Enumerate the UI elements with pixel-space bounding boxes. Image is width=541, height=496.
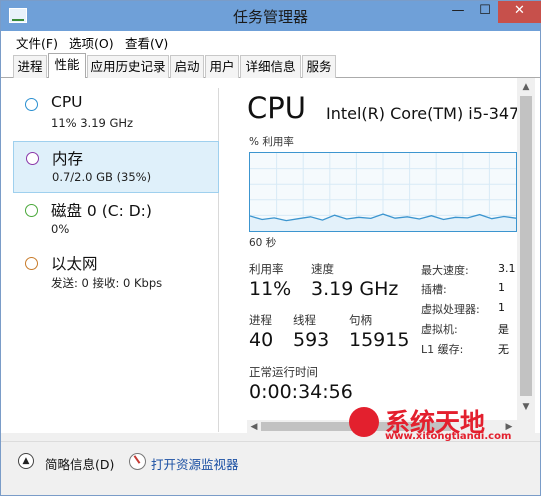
tab-details[interactable]: 详细信息 (240, 55, 301, 78)
tab-bar: 进程 性能 应用历史记录 启动 用户 详细信息 服务 (1, 52, 540, 79)
processes-value: 40 (249, 329, 274, 351)
spec-value: 无 (498, 343, 509, 356)
processes-label: 进程 (249, 313, 272, 327)
open-resource-monitor-link[interactable]: 打开资源监视器 (151, 454, 239, 473)
utilization-value: 11% (249, 278, 292, 300)
cpu-model: Intel(R) Core(TM) i5-3470 (326, 104, 517, 123)
resource-cpu[interactable]: CPU 11% 3.19 GHz (13, 88, 219, 140)
close-button[interactable]: ✕ (498, 1, 541, 23)
handles-label: 句柄 (349, 313, 372, 327)
handles-value: 15915 (349, 329, 410, 351)
watermark-icon (349, 407, 379, 437)
resource-name: 以太网 (51, 255, 98, 273)
tab-processes[interactable]: 进程 (13, 55, 47, 78)
resource-name: CPU (51, 93, 83, 111)
scroll-down-arrow-icon[interactable]: ▼ (519, 400, 533, 414)
graph-time-span: 60 秒 (249, 237, 277, 249)
speed-label: 速度 (311, 262, 334, 276)
spec-value: 1 (498, 281, 505, 294)
resource-sub: 发送: 0 接收: 0 Kbps (51, 276, 163, 290)
spec-label: 虚拟机: (421, 323, 458, 336)
spec-label: 插槽: (421, 283, 447, 296)
spec-value: 3.1 (498, 262, 516, 275)
scroll-up-arrow-icon[interactable]: ▲ (519, 80, 533, 94)
usage-area (250, 214, 516, 231)
uptime-value: 0:00:34:56 (249, 381, 353, 403)
tab-performance[interactable]: 性能 (48, 53, 86, 79)
detail-title: CPU (247, 91, 306, 125)
threads-label: 线程 (293, 313, 316, 327)
maximize-button[interactable]: ☐ (472, 1, 498, 23)
tab-startup[interactable]: 启动 (170, 55, 204, 78)
resource-ethernet[interactable]: 以太网 发送: 0 接收: 0 Kbps (13, 247, 219, 299)
resource-sub: 11% 3.19 GHz (51, 116, 134, 130)
ethernet-indicator-icon (25, 257, 38, 270)
resource-list: CPU 11% 3.19 GHz 内存 0.7/2.0 GB (35%) 磁盘 … (13, 88, 219, 432)
threads-value: 593 (293, 329, 330, 351)
uptime-label: 正常运行时间 (249, 365, 318, 379)
spec-value: 1 (498, 301, 505, 314)
cpu-detail-pane: CPU Intel(R) Core(TM) i5-3470 % 利用率 60 秒… (247, 78, 517, 433)
tab-users[interactable]: 用户 (205, 55, 239, 78)
speed-value: 3.19 GHz (311, 278, 399, 300)
usage-graph-svg (250, 153, 516, 231)
tab-app-history[interactable]: 应用历史记录 (87, 55, 169, 78)
resource-sub: 0.7/2.0 GB (35%) (52, 170, 152, 184)
footer-bar: ▲ 简略信息(D) 打开资源监视器 (1, 441, 540, 495)
title-bar[interactable]: 任务管理器 — ☐ ✕ (1, 1, 541, 31)
graph-label: % 利用率 (249, 136, 294, 148)
resource-memory[interactable]: 内存 0.7/2.0 GB (35%) (13, 141, 219, 193)
menu-view[interactable]: 查看(V) (125, 33, 168, 52)
resource-monitor-icon (129, 453, 146, 470)
memory-indicator-icon (26, 152, 39, 165)
disk-indicator-icon (25, 204, 38, 217)
scroll-left-arrow-icon[interactable]: ◀ (248, 420, 260, 434)
minimize-button[interactable]: — (444, 1, 472, 23)
vertical-scroll-thumb[interactable] (520, 96, 532, 396)
watermark-logo: 系统天地 www.xitongtiandi.com (345, 401, 515, 443)
spec-label: 最大速度: (421, 264, 469, 277)
task-manager-window: 任务管理器 — ☐ ✕ 文件(F) 选项(O) 查看(V) 进程 性能 应用历史… (0, 0, 541, 496)
chevron-up-icon[interactable]: ▲ (18, 453, 34, 469)
resource-name: 内存 (52, 150, 84, 168)
spec-value: 是 (498, 323, 509, 336)
menu-file[interactable]: 文件(F) (16, 33, 58, 52)
resource-disk[interactable]: 磁盘 0 (C: D:) 0% (13, 194, 219, 246)
menu-bar: 文件(F) 选项(O) 查看(V) (1, 31, 540, 52)
cpu-indicator-icon (25, 98, 38, 111)
spec-label: L1 缓存: (421, 343, 464, 356)
resource-name: 磁盘 0 (C: D:) (51, 202, 152, 220)
fewer-details-button[interactable]: 简略信息(D) (45, 454, 114, 473)
tab-services[interactable]: 服务 (302, 55, 336, 78)
spec-label: 虚拟处理器: (421, 303, 480, 316)
menu-options[interactable]: 选项(O) (69, 33, 114, 52)
cpu-usage-graph (249, 152, 517, 232)
performance-content: CPU 11% 3.19 GHz 内存 0.7/2.0 GB (35%) 磁盘 … (1, 78, 540, 433)
resource-sub: 0% (51, 222, 70, 236)
utilization-label: 利用率 (249, 262, 284, 276)
vertical-scrollbar[interactable]: ▲ ▼ (517, 78, 535, 433)
